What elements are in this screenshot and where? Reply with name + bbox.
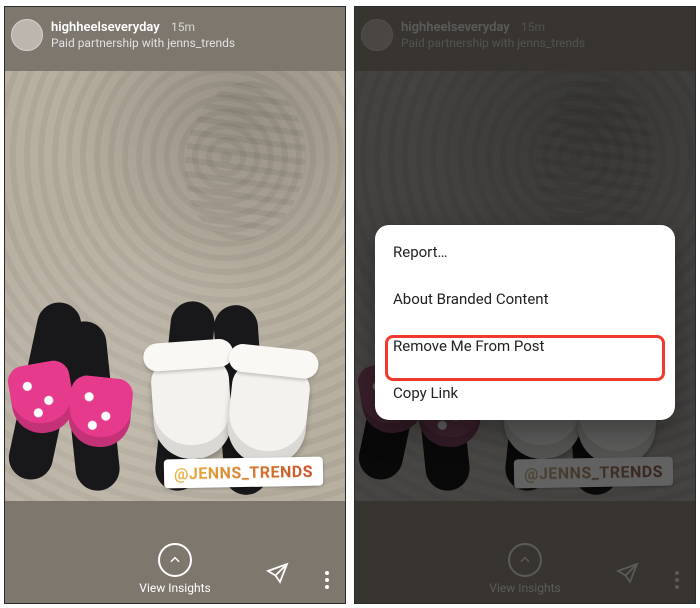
story-photo[interactable]: @JENNS_TRENDS: [5, 71, 345, 501]
paper-plane-icon: [265, 561, 289, 585]
header-text: highheelseveryday 15m Paid partnership w…: [51, 20, 235, 50]
partnership-label: Paid partnership with: [51, 36, 167, 50]
menu-item-remove-me[interactable]: Remove Me From Post: [375, 322, 675, 369]
story-screen-with-menu: @JENNS_TRENDS highheelseveryday 15m Paid…: [354, 6, 696, 604]
story-screen: @JENNS_TRENDS highheelseveryday 15m Paid…: [4, 6, 346, 604]
dot-icon: [325, 571, 329, 575]
chevron-up-icon: [158, 543, 192, 577]
dot-icon: [325, 578, 329, 582]
action-sheet: Report… About Branded Content Remove Me …: [375, 225, 675, 420]
story-footer: View Insights: [5, 495, 345, 603]
menu-item-copy-link[interactable]: Copy Link: [375, 369, 675, 416]
mention-text: @JENNS_TRENDS: [174, 462, 313, 483]
insights-label: View Insights: [139, 581, 210, 595]
more-options-button[interactable]: [325, 571, 329, 589]
white-boot: [150, 356, 235, 461]
menu-item-report[interactable]: Report…: [375, 229, 675, 275]
story-header: highheelseveryday 15m Paid partnership w…: [5, 7, 345, 63]
dot-icon: [325, 585, 329, 589]
comparison-canvas: @JENNS_TRENDS highheelseveryday 15m Paid…: [0, 0, 700, 608]
username[interactable]: highheelseveryday: [51, 20, 160, 35]
mention-sticker[interactable]: @JENNS_TRENDS: [164, 457, 324, 489]
view-insights-button[interactable]: View Insights: [139, 543, 210, 595]
timestamp: 15m: [171, 20, 195, 34]
send-button[interactable]: [265, 561, 289, 589]
partner-name[interactable]: jenns_trends: [167, 36, 235, 50]
menu-item-about-branded[interactable]: About Branded Content: [375, 275, 675, 322]
avatar[interactable]: [11, 19, 43, 51]
